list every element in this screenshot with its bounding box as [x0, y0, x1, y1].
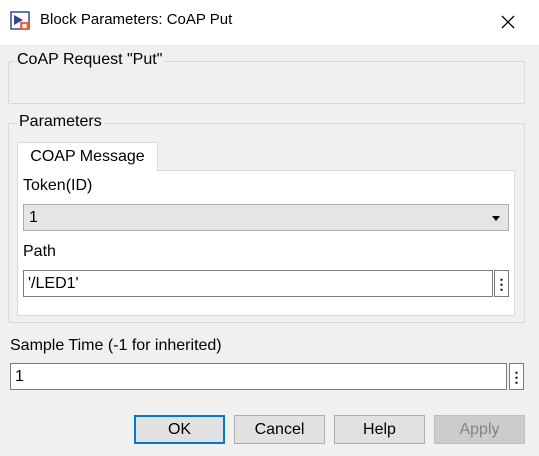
parameters-group-title: Parameters — [17, 113, 104, 131]
help-button-label: Help — [363, 420, 396, 438]
title-bar[interactable]: Block Parameters: CoAP Put — [0, 0, 539, 45]
apply-button[interactable]: Apply — [434, 415, 525, 444]
sample-time-more-button[interactable]: ⋮ — [509, 363, 524, 390]
close-button[interactable] — [488, 6, 528, 38]
sample-time-label: Sample Time (-1 for inherited) — [10, 337, 222, 354]
sample-time-input[interactable]: 1 — [10, 363, 507, 390]
apply-button-label: Apply — [459, 420, 500, 438]
path-label: Path — [23, 243, 56, 260]
ok-button-label: OK — [167, 420, 192, 438]
window-title: Block Parameters: CoAP Put — [40, 11, 233, 28]
close-icon — [501, 15, 515, 29]
token-label: Token(ID) — [23, 177, 93, 194]
chevron-down-icon — [492, 216, 500, 221]
token-value: 1 — [29, 208, 38, 226]
simulink-block-icon — [10, 10, 32, 32]
help-button[interactable]: Help — [334, 415, 425, 444]
path-value: '/LED1' — [28, 274, 79, 292]
cancel-button-label: Cancel — [254, 420, 305, 438]
path-input[interactable]: '/LED1' — [23, 270, 493, 297]
description-group-title: CoAP Request "Put" — [15, 51, 165, 69]
tab-coap-message[interactable]: COAP Message — [17, 142, 158, 171]
path-more-button[interactable]: ⋮ — [494, 270, 509, 297]
token-dropdown[interactable]: 1 — [23, 204, 509, 231]
cancel-button[interactable]: Cancel — [234, 415, 325, 444]
ok-button[interactable]: OK — [134, 415, 225, 444]
tab-label: COAP Message — [30, 148, 145, 165]
vertical-ellipsis-icon: ⋮ — [509, 368, 524, 385]
vertical-ellipsis-icon: ⋮ — [494, 275, 509, 292]
sample-time-value: 1 — [15, 367, 24, 385]
